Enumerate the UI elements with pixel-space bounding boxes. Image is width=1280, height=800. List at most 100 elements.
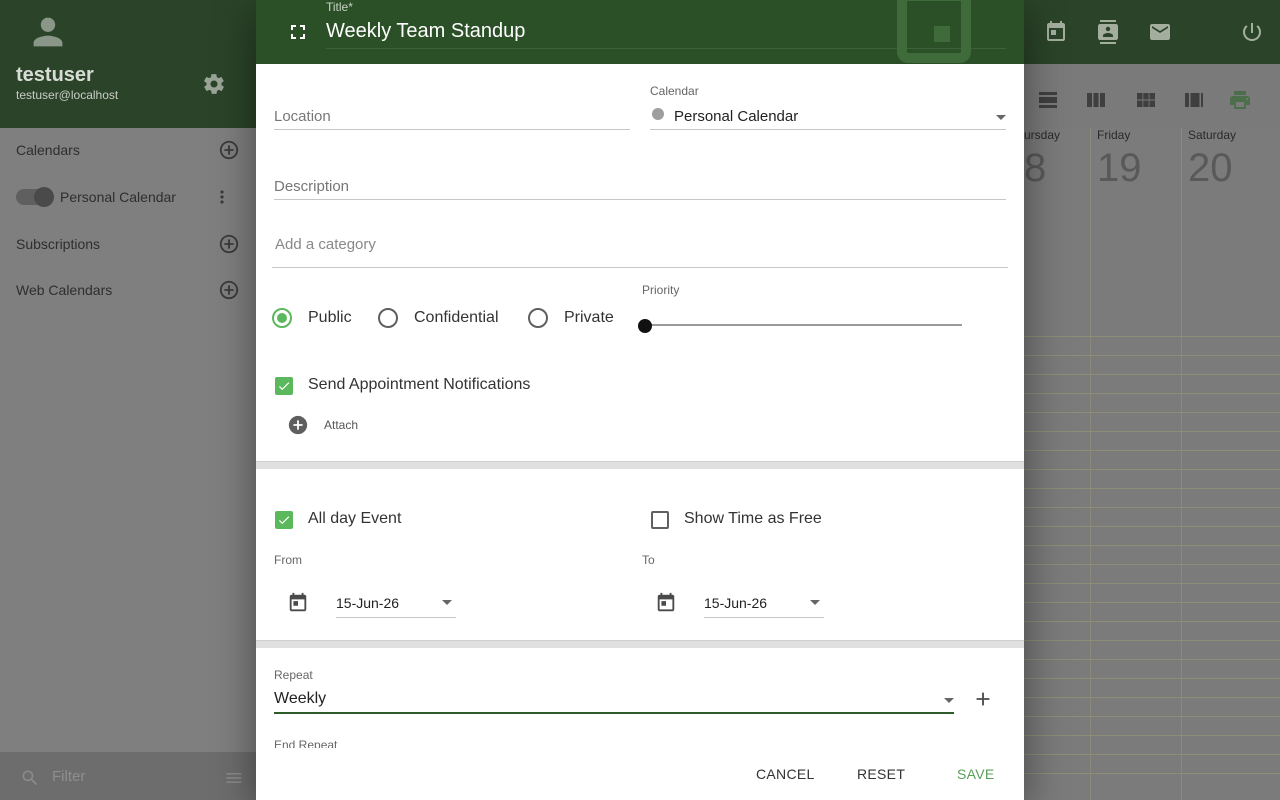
web-calendars-section: Web Calendars xyxy=(16,278,246,302)
calendar-hour-line xyxy=(1024,678,1280,679)
from-label: From xyxy=(274,553,302,567)
day-header-number: 19 xyxy=(1097,146,1142,190)
location-input[interactable]: Location xyxy=(274,100,630,130)
title-label: Title* xyxy=(326,0,353,14)
person-icon xyxy=(33,17,63,47)
category-input[interactable]: Add a category xyxy=(272,232,1008,268)
description-input[interactable]: Description xyxy=(274,170,1006,200)
calendar-hour-line xyxy=(1024,488,1280,489)
list-view-icon[interactable] xyxy=(1182,88,1206,112)
attach-label[interactable]: Attach xyxy=(324,418,358,432)
calendar-select-value: Personal Calendar xyxy=(674,108,799,125)
dropdown-caret-icon xyxy=(442,600,452,605)
priority-slider-track[interactable] xyxy=(646,324,962,326)
calendar-column-divider xyxy=(1181,128,1182,800)
calendar-hour-line xyxy=(1024,507,1280,508)
show-time-free-checkbox[interactable] xyxy=(651,511,669,529)
add-attachment-icon[interactable] xyxy=(287,414,309,436)
privacy-public-radio[interactable] xyxy=(272,308,292,328)
calendar-watermark-icon xyxy=(897,0,971,63)
filter-input[interactable]: Filter xyxy=(52,768,85,785)
dropdown-caret-icon xyxy=(996,115,1006,120)
from-date-select[interactable]: 15-Jun-26 xyxy=(336,588,456,618)
mail-icon[interactable] xyxy=(1148,20,1172,44)
calendar-color-dot xyxy=(652,108,664,120)
reset-button[interactable]: RESET xyxy=(857,766,905,782)
to-date-value: 15-Jun-26 xyxy=(704,595,768,611)
priority-slider-thumb[interactable] xyxy=(638,319,652,333)
contacts-icon[interactable] xyxy=(1096,20,1120,44)
month-view-icon[interactable] xyxy=(1134,88,1158,112)
add-icon[interactable] xyxy=(972,688,994,710)
date-picker-icon[interactable] xyxy=(655,592,677,614)
calendar-icon[interactable] xyxy=(1044,20,1068,44)
calendar-hour-line xyxy=(1024,773,1280,774)
calendar-hour-line xyxy=(1024,393,1280,394)
calendar-hour-line xyxy=(1024,336,1280,337)
power-icon[interactable] xyxy=(1240,20,1264,44)
calendar-hour-line xyxy=(1024,374,1280,375)
section-divider xyxy=(256,640,1024,648)
section-divider xyxy=(256,461,1024,469)
more-vert-icon[interactable] xyxy=(212,187,232,207)
priority-label: Priority xyxy=(642,283,680,297)
calendar-select-label: Calendar xyxy=(650,84,699,98)
send-notifications-checkbox[interactable] xyxy=(275,377,293,395)
subscriptions-section: Subscriptions xyxy=(16,232,246,256)
calendar-hour-line xyxy=(1024,564,1280,565)
week-calendar-grid: ursday 8 Friday 19 Saturday 20 xyxy=(1024,128,1280,800)
calendars-label: Calendars xyxy=(16,142,80,158)
calendar-visibility-toggle[interactable] xyxy=(16,187,54,207)
calendar-hour-line xyxy=(1024,697,1280,698)
add-subscription-icon[interactable] xyxy=(218,233,240,255)
privacy-private-label: Private xyxy=(564,309,614,326)
calendar-hour-line xyxy=(1024,545,1280,546)
all-day-checkbox[interactable] xyxy=(275,511,293,529)
location-placeholder: Location xyxy=(274,108,331,125)
filter-bar: Filter xyxy=(0,752,256,800)
from-date-value: 15-Jun-26 xyxy=(336,595,400,611)
date-picker-icon[interactable] xyxy=(287,592,309,614)
save-button[interactable]: SAVE xyxy=(957,766,995,782)
repeat-label: Repeat xyxy=(274,668,313,682)
privacy-private-radio[interactable] xyxy=(528,308,548,328)
send-notifications-label: Send Appointment Notifications xyxy=(308,376,531,393)
repeat-select[interactable]: Weekly xyxy=(274,690,954,714)
dropdown-caret-icon xyxy=(810,600,820,605)
day-view-icon[interactable] xyxy=(1036,88,1060,112)
calendar-hour-line xyxy=(1024,355,1280,356)
calendar-hour-line xyxy=(1024,621,1280,622)
sidebar-header: testuser testuser@localhost xyxy=(0,0,256,128)
calendar-item-label: Personal Calendar xyxy=(60,189,176,205)
calendar-item-personal[interactable]: Personal Calendar xyxy=(16,185,246,209)
day-header-name: ursday xyxy=(1024,128,1061,142)
menu-icon[interactable] xyxy=(224,768,244,788)
calendar-column-divider xyxy=(1090,128,1091,800)
gear-icon[interactable] xyxy=(202,72,226,96)
week-view-icon[interactable] xyxy=(1084,88,1108,112)
add-web-calendar-icon[interactable] xyxy=(218,279,240,301)
to-label: To xyxy=(642,553,655,567)
dialog-header: Title* Weekly Team Standup xyxy=(256,0,1024,64)
add-calendar-icon[interactable] xyxy=(218,139,240,161)
calendars-section: Calendars xyxy=(16,138,246,162)
calendar-hour-line xyxy=(1024,754,1280,755)
day-header-name: Saturday xyxy=(1188,128,1237,142)
calendar-select[interactable]: Personal Calendar xyxy=(650,100,1006,130)
all-day-label: All day Event xyxy=(308,510,402,527)
cancel-button[interactable]: CANCEL xyxy=(756,766,815,782)
calendar-hour-line xyxy=(1024,526,1280,527)
fullscreen-icon[interactable] xyxy=(286,20,310,44)
print-icon[interactable] xyxy=(1228,88,1252,112)
day-header-name: Friday xyxy=(1097,128,1131,142)
category-placeholder: Add a category xyxy=(275,236,376,253)
calendar-hour-line xyxy=(1024,659,1280,660)
privacy-confidential-radio[interactable] xyxy=(378,308,398,328)
web-calendars-label: Web Calendars xyxy=(16,282,113,298)
dialog-footer: CANCEL RESET SAVE xyxy=(256,748,1024,800)
subscriptions-label: Subscriptions xyxy=(16,236,101,252)
calendar-hour-line xyxy=(1024,602,1280,603)
day-header-number: 8 xyxy=(1024,146,1047,190)
show-time-free-label: Show Time as Free xyxy=(684,510,822,527)
to-date-select[interactable]: 15-Jun-26 xyxy=(704,588,824,618)
